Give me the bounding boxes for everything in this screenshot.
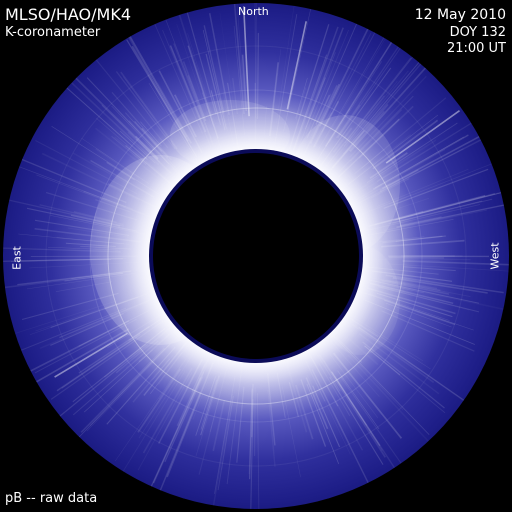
observation-time: 21:00 UT [446,41,506,56]
observation-date: 12 May 2010 [414,7,506,23]
east-label: East [10,246,24,270]
day-of-year: DOY 132 [449,25,506,40]
coronagraph-frame: MLSO/HAO/MK4 K-coronameter 12 May 2010 D… [0,0,512,512]
instrument-title: MLSO/HAO/MK4 [5,5,132,24]
data-caption: pB -- raw data [5,491,98,506]
occulting-disk [153,153,359,359]
corona-image [3,3,509,509]
north-label: North [238,5,269,18]
product-name: K-coronameter [5,25,101,40]
west-label: West [488,242,502,270]
